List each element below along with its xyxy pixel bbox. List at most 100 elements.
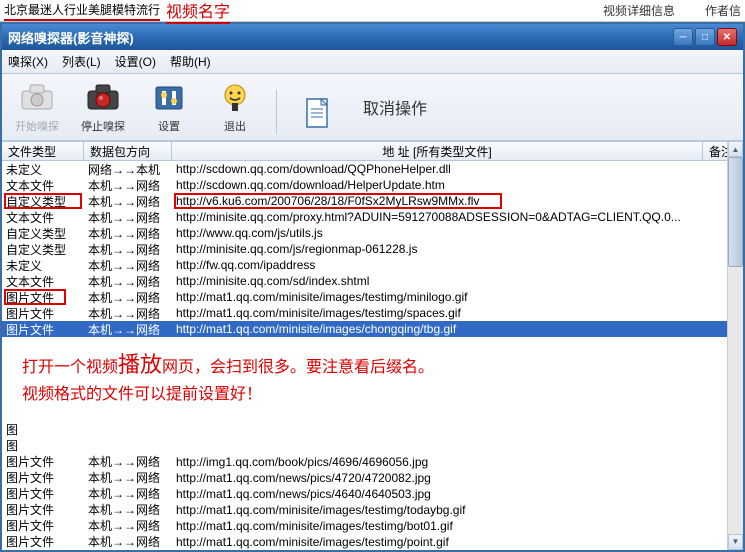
- annotation-video-name: 视频名字: [166, 0, 230, 24]
- scroll-up-icon[interactable]: ▲: [728, 141, 743, 157]
- toolbar-label: 设置: [158, 118, 180, 134]
- table-row[interactable]: 未定义本机→→网络http://fw.qq.com/ipaddress: [2, 257, 743, 273]
- table-row[interactable]: 自定义类型本机→→网络http://v6.ku6.com/200706/28/1…: [2, 193, 743, 209]
- cell: 本机→→网络: [84, 241, 172, 258]
- cell: 自定义类型: [2, 225, 84, 242]
- maximize-button[interactable]: □: [695, 28, 715, 46]
- titlebar[interactable]: 网络嗅探器(影音神探) ─ □ ✕: [2, 24, 743, 50]
- table-row[interactable]: 图片文件本机→→网络http://mat1.qq.com/minisite/im…: [2, 305, 743, 321]
- cell: http://scdown.qq.com/download/QQPhoneHel…: [172, 162, 743, 176]
- table-header: 文件类型 数据包方向 地 址 [所有类型文件] 备注: [2, 141, 743, 161]
- col-direction[interactable]: 数据包方向: [84, 142, 172, 160]
- col-url[interactable]: 地 址 [所有类型文件]: [172, 142, 703, 160]
- toolbar-divider: [276, 90, 277, 134]
- cell: 网络→→本机: [84, 161, 172, 178]
- table-row[interactable]: 文本文件本机→→网络http://minisite.qq.com/sd/inde…: [2, 273, 743, 289]
- cell: 文本文件: [2, 177, 84, 194]
- col-filetype[interactable]: 文件类型: [2, 142, 84, 160]
- table-row[interactable]: 图片文件本机→→网络http://mat1.qq.com/minisite/im…: [2, 321, 743, 337]
- cell: http://mat1.qq.com/minisite/images/testi…: [172, 306, 743, 320]
- menu-help[interactable]: 帮助(H): [170, 53, 211, 70]
- toolbar-label: 退出: [224, 118, 246, 134]
- top-bar: 北京最迷人行业美腿模特流行 视频名字 视频详细信息 作者信: [0, 0, 745, 22]
- cell: 本机→→网络: [84, 533, 172, 550]
- cell: 图片文件: [2, 453, 84, 470]
- table-row[interactable]: 自定义类型本机→→网络http://minisite.qq.com/js/reg…: [2, 241, 743, 257]
- cell: http://minisite.qq.com/sd/index.shtml: [172, 274, 743, 288]
- top-link-detail[interactable]: 视频详细信息: [603, 2, 675, 19]
- table-row[interactable]: 图: [2, 422, 743, 438]
- cell: http://v6.ku6.com/200706/28/18/F0fSx2MyL…: [172, 194, 743, 208]
- sniffer-window: 网络嗅探器(影音神探) ─ □ ✕ 嗅探(X) 列表(L) 设置(O) 帮助(H…: [0, 22, 745, 552]
- cell: 本机→→网络: [84, 225, 172, 242]
- toolbar: 开始嗅探 停止嗅探 设置 退出 取消操作: [2, 74, 743, 141]
- table-row[interactable]: 文本文件本机→→网络http://minisite.qq.com/proxy.h…: [2, 209, 743, 225]
- cell: 本机→→网络: [84, 501, 172, 518]
- cell: 图片文件: [2, 501, 84, 518]
- table-body-continue: 图: [2, 422, 743, 438]
- window-title: 网络嗅探器(影音神探): [8, 28, 673, 47]
- table-row[interactable]: 图片文件本机→→网络http://mat1.qq.com/news/pics/4…: [2, 470, 743, 486]
- cell: 本机→→网络: [84, 305, 172, 322]
- toolbar-label: 停止嗅探: [81, 118, 125, 134]
- table-row[interactable]: 图片文件本机→→网络http://mat1.qq.com/news/pics/4…: [2, 486, 743, 502]
- menu-settings[interactable]: 设置(O): [115, 53, 156, 70]
- exit-icon: [217, 80, 253, 116]
- cell: 未定义: [2, 257, 84, 274]
- table-row[interactable]: 图: [2, 438, 743, 454]
- settings-button[interactable]: 设置: [140, 80, 198, 134]
- cell: http://mat1.qq.com/minisite/images/testi…: [172, 519, 743, 533]
- table-row[interactable]: 图片文件本机→→网络http://mat1.qq.com/minisite/im…: [2, 289, 743, 305]
- cell: 图片文件: [2, 485, 84, 502]
- cell: http://fw.qq.com/ipaddress: [172, 258, 743, 272]
- cell: http://mat1.qq.com/news/pics/4640/464050…: [172, 487, 743, 501]
- menubar: 嗅探(X) 列表(L) 设置(O) 帮助(H): [2, 50, 743, 74]
- table-row[interactable]: 图片文件本机→→网络http://mat1.qq.com/minisite/im…: [2, 502, 743, 518]
- table-row[interactable]: 未定义网络→→本机http://scdown.qq.com/download/Q…: [2, 161, 743, 177]
- start-sniff-button[interactable]: 开始嗅探: [8, 80, 66, 134]
- cancel-op-icon-button[interactable]: [289, 96, 347, 134]
- cell: 图: [2, 437, 84, 454]
- cell: 未定义: [2, 161, 84, 178]
- cell: 本机→→网络: [84, 289, 172, 306]
- table-row[interactable]: 文本文件本机→→网络http://scdown.qq.com/download/…: [2, 177, 743, 193]
- cell: http://minisite.qq.com/js/regionmap-0612…: [172, 242, 743, 256]
- document-icon: [300, 96, 336, 132]
- cell: 自定义类型: [2, 241, 84, 258]
- top-link-author[interactable]: 作者信: [705, 2, 741, 19]
- camera-red-icon: [85, 80, 121, 116]
- cell: 图片文件: [2, 533, 84, 550]
- toolbar-label: 开始嗅探: [15, 118, 59, 134]
- exit-button[interactable]: 退出: [206, 80, 264, 134]
- cell: 本机→→网络: [84, 193, 172, 210]
- stop-sniff-button[interactable]: 停止嗅探: [74, 80, 132, 134]
- scroll-down-icon[interactable]: ▼: [728, 534, 743, 550]
- table-row[interactable]: 自定义类型本机→→网络http://www.qq.com/js/utils.js: [2, 225, 743, 241]
- cell: 本机→→网络: [84, 177, 172, 194]
- cell: 图片文件: [2, 469, 84, 486]
- cell: http://www.qq.com/js/utils.js: [172, 226, 743, 240]
- page-title: 北京最迷人行业美腿模特流行: [4, 1, 160, 21]
- table-row[interactable]: 图片文件本机→→网络http://mat1.qq.com/minisite/im…: [2, 534, 743, 550]
- cell: 本机→→网络: [84, 257, 172, 274]
- menu-list[interactable]: 列表(L): [62, 53, 101, 70]
- vertical-scrollbar[interactable]: ▲ ▼: [727, 141, 743, 550]
- cell: http://img1.qq.com/book/pics/4696/469605…: [172, 455, 743, 469]
- table-body-2: 图图片文件本机→→网络http://img1.qq.com/book/pics/…: [2, 438, 743, 550]
- annotation-text: 打开一个视频播放网页，会扫到很多。要注意看后缀名。 视频格式的文件可以提前设置好…: [2, 337, 743, 422]
- scroll-thumb[interactable]: [728, 157, 743, 267]
- cell: 本机→→网络: [84, 453, 172, 470]
- cell: 本机→→网络: [84, 209, 172, 226]
- cell: 图片文件: [2, 517, 84, 534]
- close-button[interactable]: ✕: [717, 28, 737, 46]
- cell: http://mat1.qq.com/news/pics/4720/472008…: [172, 471, 743, 485]
- table-row[interactable]: 图片文件本机→→网络http://img1.qq.com/book/pics/4…: [2, 454, 743, 470]
- cell: 图片文件: [2, 321, 84, 338]
- cell: 本机→→网络: [84, 469, 172, 486]
- cell: 图片文件: [2, 305, 84, 322]
- menu-sniff[interactable]: 嗅探(X): [8, 53, 48, 70]
- minimize-button[interactable]: ─: [673, 28, 693, 46]
- cancel-op-label[interactable]: 取消操作: [363, 95, 427, 119]
- table-row[interactable]: 图片文件本机→→网络http://mat1.qq.com/minisite/im…: [2, 518, 743, 534]
- cell: 本机→→网络: [84, 517, 172, 534]
